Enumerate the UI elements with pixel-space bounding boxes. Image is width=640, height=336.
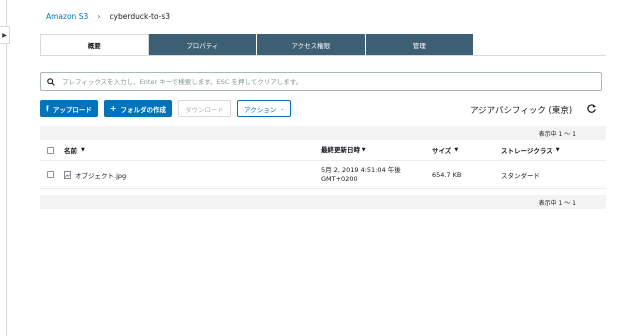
plus-icon: + (109, 103, 117, 113)
toolbar: ⭱ アップロード + フォルダの作成 ダウンロード アクション ⌄ (40, 100, 292, 117)
tab-divider (40, 55, 606, 56)
column-name-label: 名前 (64, 147, 77, 155)
object-storage-class: スタンダード (501, 171, 540, 180)
item-count-top: 表示中 1 〜 1 (538, 130, 576, 138)
create-folder-label: フォルダの作成 (120, 105, 167, 114)
column-size-label: サイズ (432, 147, 452, 155)
breadcrumb-bucket: cyberduck-to-s3 (109, 12, 171, 21)
download-button[interactable]: ダウンロード (178, 100, 232, 117)
column-name[interactable]: 名前 ▼ (64, 145, 321, 155)
tab-overview[interactable]: 概要 (40, 34, 149, 55)
column-size[interactable]: サイズ ▼ (432, 145, 501, 155)
region-label: アジアパシフィック (東京) (470, 106, 573, 116)
breadcrumb: Amazon S3 › cyberduck-to-s3 (46, 12, 170, 21)
pagination-top: 表示中 1 〜 1 (40, 126, 606, 140)
column-modified[interactable]: 最終更新日時 ▼ (321, 146, 432, 155)
modified-timezone: GMT+0200 (321, 174, 358, 183)
column-storage-class[interactable]: ストレージクラス ▼ (501, 145, 606, 155)
row-checkbox[interactable] (47, 171, 54, 178)
image-file-icon (64, 170, 71, 179)
column-storage-class-label: ストレージクラス (501, 147, 553, 155)
refresh-icon[interactable] (586, 103, 597, 114)
upload-button[interactable]: ⭱ アップロード (40, 100, 98, 117)
upload-label: アップロード (52, 105, 92, 114)
column-modified-label: 最終更新日時 (321, 145, 360, 154)
tab-permissions[interactable]: アクセス権限 (257, 34, 366, 55)
download-label: ダウンロード (185, 105, 225, 114)
search-input[interactable] (62, 77, 582, 86)
breadcrumb-root-link[interactable]: Amazon S3 (46, 12, 88, 21)
sort-caret-icon: ▼ (360, 146, 366, 153)
table-header: 名前 ▼ 最終更新日時 ▼ サイズ ▼ ストレージクラス ▼ (40, 140, 606, 161)
actions-dropdown[interactable]: アクション ⌄ (237, 100, 292, 117)
actions-label: アクション (244, 105, 277, 114)
pagination-bottom: 表示中 1 〜 1 (40, 195, 606, 209)
sort-caret-icon: ▼ (81, 147, 85, 153)
object-table: 表示中 1 〜 1 名前 ▼ 最終更新日時 ▼ サイズ ▼ ストレージクラス ▼… (40, 126, 606, 209)
item-count-bottom: 表示中 1 〜 1 (538, 199, 576, 207)
object-size: 654.7 KB (432, 170, 462, 179)
tab-bar: 概要 プロパティ アクセス権限 管理 (40, 34, 474, 55)
table-row[interactable]: オブジェクト.jpg 5月 2, 2019 4:51:04 午後 GMT+020… (40, 161, 606, 189)
chevron-right-icon: ▶ (2, 31, 7, 39)
chevron-down-icon: ⌄ (280, 105, 285, 112)
modified-date: 5月 2, 2019 4:51:04 午後 (321, 165, 401, 174)
object-name-link[interactable]: オブジェクト.jpg (75, 170, 126, 180)
sort-caret-icon: ▼ (454, 147, 459, 153)
sort-caret-icon: ▼ (555, 147, 560, 153)
breadcrumb-separator: › (97, 12, 101, 21)
upload-icon: ⭱ (46, 103, 49, 113)
search-box (40, 72, 602, 91)
tab-properties[interactable]: プロパティ (148, 34, 257, 55)
sidebar-toggle[interactable]: ▶ (0, 26, 10, 44)
select-all-checkbox[interactable] (47, 146, 54, 154)
tab-management[interactable]: 管理 (365, 34, 474, 55)
create-folder-button[interactable]: + フォルダの作成 (103, 100, 173, 117)
search-icon (47, 77, 55, 86)
